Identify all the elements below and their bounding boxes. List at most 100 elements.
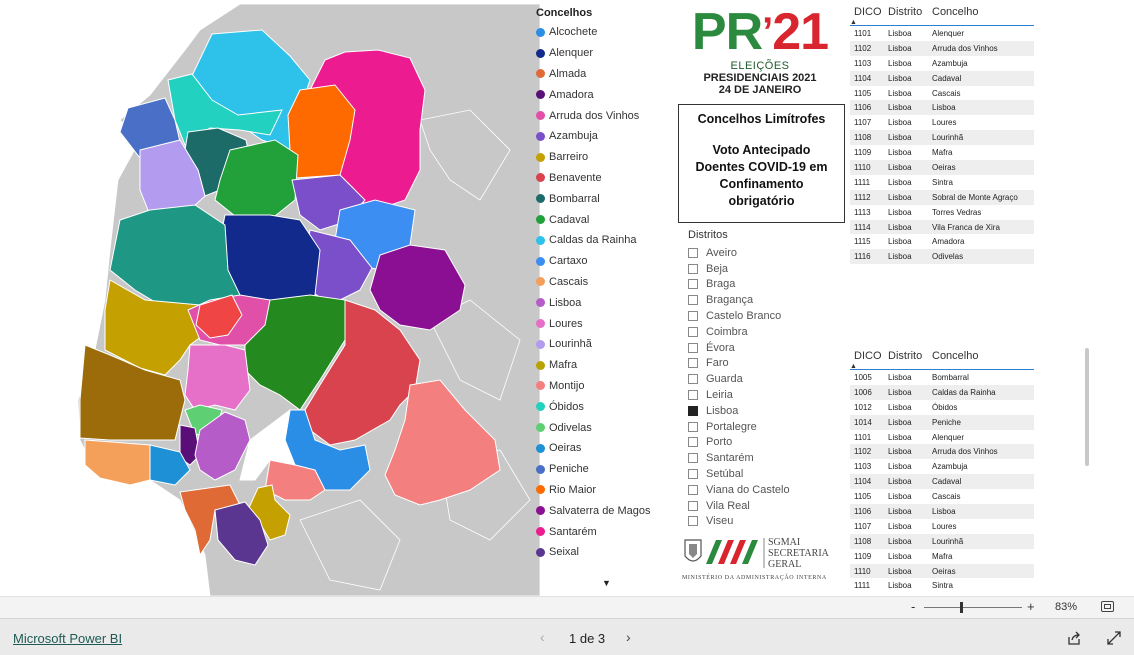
table-row[interactable]: 1102 Lisboa Arruda dos Vinhos bbox=[850, 40, 1034, 56]
table-row[interactable]: 1104 Lisboa Cadaval bbox=[850, 70, 1034, 86]
slicer-option[interactable]: Setúbal bbox=[688, 466, 838, 482]
checkbox[interactable] bbox=[688, 500, 698, 511]
table-row[interactable]: 1106 Lisboa Lisboa bbox=[850, 504, 1034, 519]
fit-to-page-icon[interactable] bbox=[1101, 601, 1114, 612]
concelhos-table-primary[interactable]: DICO ▲ Distrito Concelho 1101 Lisboa Alenqu… bbox=[850, 6, 1034, 265]
zoom-out-button[interactable]: - bbox=[911, 599, 915, 614]
slicer-option[interactable]: Guarda bbox=[688, 371, 838, 387]
table-row[interactable]: 1103 Lisboa Azambuja bbox=[850, 459, 1034, 474]
checkbox[interactable] bbox=[688, 342, 698, 353]
slicer-option[interactable]: Lisboa bbox=[688, 403, 838, 419]
table-row[interactable]: 1110 Lisboa Oeiras bbox=[850, 160, 1034, 175]
legend-item[interactable]: Lisboa bbox=[536, 292, 676, 313]
share-icon[interactable] bbox=[1066, 630, 1082, 646]
concelhos-map[interactable] bbox=[0, 0, 540, 596]
checkbox[interactable] bbox=[688, 390, 698, 401]
checkbox[interactable] bbox=[688, 311, 698, 322]
legend-item[interactable]: Benavente bbox=[536, 168, 676, 189]
legend-item[interactable]: Oeiras bbox=[536, 438, 676, 459]
table-row[interactable]: 1108 Lisboa Lourinhã bbox=[850, 533, 1034, 549]
legend-item[interactable]: Caldas da Rainha bbox=[536, 230, 676, 251]
column-header-distrito[interactable]: Distrito bbox=[888, 350, 932, 369]
legend-item[interactable]: Barreiro bbox=[536, 147, 676, 168]
column-header-concelho[interactable]: Concelho bbox=[932, 350, 1034, 369]
concelhos-table-limitrofes[interactable]: DICO ▲ Distrito Concelho 1005 Lisboa Bombar… bbox=[850, 350, 1034, 594]
legend-item[interactable]: Bombarral bbox=[536, 188, 676, 209]
legend-item[interactable]: Arruda dos Vinhos bbox=[536, 105, 676, 126]
checkbox[interactable] bbox=[688, 295, 698, 306]
legend-item[interactable]: Cartaxo bbox=[536, 251, 676, 272]
table-row[interactable]: 1105 Lisboa Cascais bbox=[850, 489, 1034, 504]
slicer-option[interactable]: Viseu bbox=[688, 514, 838, 530]
checkbox[interactable] bbox=[688, 374, 698, 385]
slicer-option[interactable]: Leiria bbox=[688, 387, 838, 403]
table-row[interactable]: 1101 Lisboa Alenquer bbox=[850, 430, 1034, 445]
legend-item[interactable]: Santarém bbox=[536, 521, 676, 542]
checkbox[interactable] bbox=[688, 453, 698, 464]
column-header-dico[interactable]: DICO ▲ bbox=[850, 6, 888, 26]
legend-item[interactable]: Cadaval bbox=[536, 209, 676, 230]
slicer-option[interactable]: Braga bbox=[688, 277, 838, 293]
slicer-option[interactable]: Santarém bbox=[688, 450, 838, 466]
table-row[interactable]: 1103 Lisboa Azambuja bbox=[850, 56, 1034, 71]
table-row[interactable]: 1107 Lisboa Loures bbox=[850, 519, 1034, 534]
checkbox[interactable] bbox=[688, 326, 698, 337]
table-row[interactable]: 1105 Lisboa Cascais bbox=[850, 86, 1034, 101]
legend-item[interactable]: Peniche bbox=[536, 459, 676, 480]
legend-item[interactable]: Seixal bbox=[536, 542, 676, 563]
zoom-in-button[interactable]: + bbox=[1027, 599, 1035, 614]
slicer-option[interactable]: Porto bbox=[688, 435, 838, 451]
fullscreen-icon[interactable] bbox=[1106, 630, 1122, 646]
legend-item[interactable]: Alenquer bbox=[536, 43, 676, 64]
legend-item[interactable]: Rio Maior bbox=[536, 480, 676, 501]
table-row[interactable]: 1012 Lisboa Óbidos bbox=[850, 400, 1034, 415]
table-row[interactable]: 1112 Lisboa Sobral de Monte Agraço bbox=[850, 189, 1034, 205]
legend-item[interactable]: Salvaterra de Magos bbox=[536, 500, 676, 521]
table-row[interactable]: 1106 Lisboa Lisboa bbox=[850, 100, 1034, 116]
legend-item[interactable]: Alcochete bbox=[536, 22, 676, 43]
zoom-slider-track[interactable] bbox=[924, 607, 1022, 608]
checkbox[interactable] bbox=[688, 469, 698, 480]
legend-item[interactable]: Montijo bbox=[536, 376, 676, 397]
legend-item[interactable]: Lourinhã bbox=[536, 334, 676, 355]
checkbox[interactable] bbox=[688, 484, 698, 495]
slicer-option[interactable]: Bragança bbox=[688, 292, 838, 308]
table-row[interactable]: 1110 Lisboa Oeiras bbox=[850, 563, 1034, 579]
slicer-option[interactable]: Coimbra bbox=[688, 324, 838, 340]
zoom-slider-thumb[interactable] bbox=[959, 602, 963, 613]
slicer-option[interactable]: Portalegre bbox=[688, 419, 838, 435]
next-page-button[interactable]: › bbox=[626, 629, 631, 645]
previous-page-button[interactable]: ‹ bbox=[540, 629, 545, 645]
checkbox[interactable] bbox=[688, 405, 698, 416]
legend-item[interactable]: Loures bbox=[536, 313, 676, 334]
legend-item[interactable]: Amadora bbox=[536, 84, 676, 105]
table-row[interactable]: 1109 Lisboa Mafra bbox=[850, 549, 1034, 564]
column-header-dico[interactable]: DICO ▲ bbox=[850, 350, 888, 370]
legend-item[interactable]: Óbidos bbox=[536, 396, 676, 417]
table-row[interactable]: 1104 Lisboa Cadaval bbox=[850, 474, 1034, 490]
legend-item[interactable]: Azambuja bbox=[536, 126, 676, 147]
column-header-distrito[interactable]: Distrito bbox=[888, 6, 932, 25]
region-loures[interactable] bbox=[184, 344, 251, 411]
table-row[interactable]: 1102 Lisboa Arruda dos Vinhos bbox=[850, 444, 1034, 460]
checkbox[interactable] bbox=[688, 516, 698, 527]
table-row[interactable]: 1005 Lisboa Bombarral bbox=[850, 370, 1034, 385]
slicer-option[interactable]: Aveiro bbox=[688, 245, 838, 261]
table-scrollbar[interactable] bbox=[1085, 348, 1089, 466]
slicer-option[interactable]: Vila Real bbox=[688, 498, 838, 514]
table-row[interactable]: 1111 Lisboa Sintra bbox=[850, 175, 1034, 190]
checkbox[interactable] bbox=[688, 437, 698, 448]
table-row[interactable]: 1111 Lisboa Sintra bbox=[850, 578, 1034, 593]
checkbox[interactable] bbox=[688, 247, 698, 258]
legend-item[interactable]: Odivelas bbox=[536, 417, 676, 438]
slicer-option[interactable]: Faro bbox=[688, 356, 838, 372]
table-row[interactable]: 1116 Lisboa Odivelas bbox=[850, 249, 1034, 265]
legend-item[interactable]: Mafra bbox=[536, 355, 676, 376]
slicer-option[interactable]: Castelo Branco bbox=[688, 308, 838, 324]
legend-item[interactable]: Almada bbox=[536, 64, 676, 85]
slicer-option[interactable]: Évora bbox=[688, 340, 838, 356]
table-row[interactable]: 1006 Lisboa Caldas da Rainha bbox=[850, 384, 1034, 400]
column-header-concelho[interactable]: Concelho bbox=[932, 6, 1034, 25]
table-row[interactable]: 1014 Lisboa Peniche bbox=[850, 414, 1034, 430]
table-row[interactable]: 1115 Lisboa Amadora bbox=[850, 234, 1034, 249]
